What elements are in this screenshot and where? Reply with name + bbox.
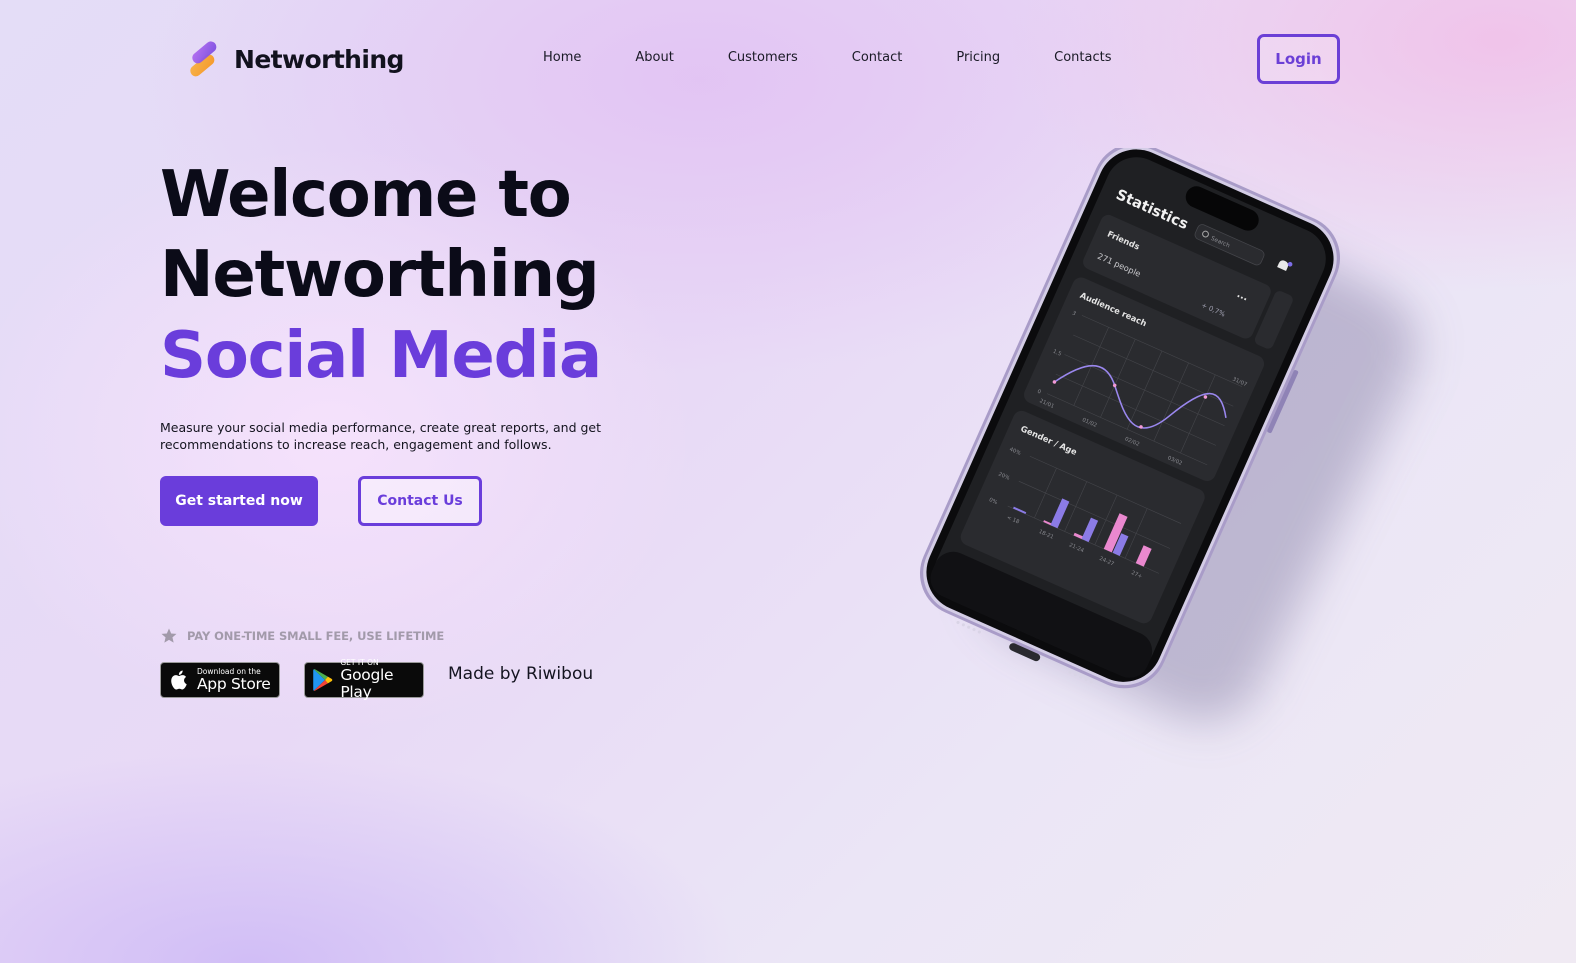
- made-by-credit: Made by Riwibou: [448, 664, 594, 684]
- nav-contacts[interactable]: Contacts: [1054, 50, 1111, 65]
- hero-title-highlight: Social Media: [160, 319, 602, 393]
- nav-about[interactable]: About: [635, 50, 673, 65]
- nav-customers[interactable]: Customers: [728, 50, 798, 65]
- app-store-big: App Store: [197, 674, 271, 693]
- login-button[interactable]: Login: [1257, 34, 1340, 84]
- apple-icon: [171, 670, 187, 690]
- fee-note: PAY ONE-TIME SMALL FEE, USE LIFETIME: [160, 627, 444, 645]
- nav-home[interactable]: Home: [543, 50, 581, 65]
- logo-mark-icon: [190, 41, 217, 77]
- google-play-badge[interactable]: GET IT ON Google Play: [304, 659, 424, 701]
- hero-title-line-1: Welcome to: [160, 158, 572, 232]
- google-play-icon: [313, 669, 333, 691]
- nav-contact[interactable]: Contact: [852, 50, 903, 65]
- app-store-badge[interactable]: Download on the App Store: [160, 662, 280, 698]
- fee-text: PAY ONE-TIME SMALL FEE, USE LIFETIME: [187, 629, 445, 643]
- get-started-button[interactable]: Get started now: [160, 476, 318, 526]
- contact-us-button[interactable]: Contact Us: [358, 476, 482, 526]
- hero-description: Measure your social media performance, c…: [160, 420, 602, 452]
- star-icon: [161, 628, 177, 643]
- main-nav: Home About Customers Contact Pricing Con…: [543, 50, 1112, 65]
- brand-name: Networthing: [234, 44, 404, 74]
- brand-logo[interactable]: Networthing: [184, 40, 404, 78]
- nav-pricing[interactable]: Pricing: [956, 50, 1000, 65]
- hero-title-line-2: Networthing: [160, 238, 600, 312]
- phone-mockup: Statistics Search Friends 271 people + 0…: [919, 148, 1341, 689]
- google-play-big: Google Play: [340, 666, 394, 701]
